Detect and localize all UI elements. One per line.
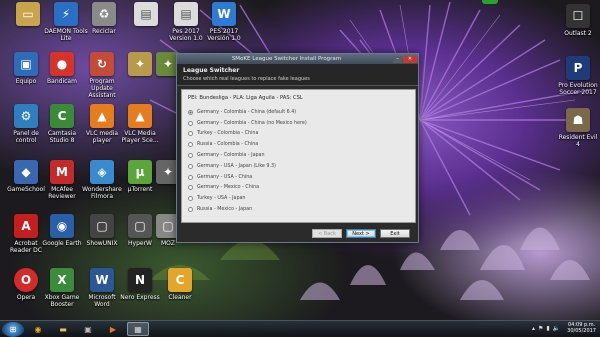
desktop-icon-bandicam[interactable]: ● Bandicam <box>40 52 84 85</box>
control-panel-icon: ⚙ <box>14 104 38 128</box>
desktop-icon-xbox-booster[interactable]: X Xbox Game Booster <box>40 268 84 308</box>
clock[interactable]: 04:09 p.m. 30/05/2017 <box>567 322 596 334</box>
windows-logo-icon: ⊞ <box>9 324 17 334</box>
desktop-icon-pes-doc[interactable]: W PES 2017 Versión 1.0 <box>202 2 246 42</box>
volume-icon[interactable]: 🔈 <box>553 325 560 332</box>
radio-button[interactable] <box>188 109 193 115</box>
clock-date: 30/05/2017 <box>567 328 596 334</box>
radio-button[interactable] <box>188 131 193 137</box>
outlast-icon: ☐ <box>566 4 590 28</box>
league-option-5[interactable]: Germany - USA - Japan (Like 9.3) <box>188 161 409 172</box>
installer-icon: ▦ <box>134 324 142 334</box>
filmora-icon: ◈ <box>90 160 114 184</box>
recycle-bin-icon: ♻ <box>92 2 116 26</box>
desktop-icon-mcafee[interactable]: M McAfee Reviewer <box>40 160 84 200</box>
back-button[interactable]: < Back <box>312 229 342 238</box>
dialog-title: SMoKE League Switcher Install Program <box>231 56 342 62</box>
desktop-icon-vlc-scene[interactable]: ▲ VLC Media Player Sce... <box>118 104 162 144</box>
bandicam-icon: ● <box>50 52 74 76</box>
league-option-8[interactable]: Turkey - USA - Japan <box>188 193 409 204</box>
desktop-icon-outlast[interactable]: ☐ Outlast 2 <box>556 4 600 37</box>
close-button[interactable]: ✕ <box>403 55 417 63</box>
mcafee-icon: M <box>50 160 74 184</box>
desktop-icon-file[interactable]: ▤ <box>124 2 168 28</box>
app-icon: ▢ <box>90 214 114 238</box>
dialog-header: League Switcher Choose which real league… <box>177 64 418 86</box>
opera-icon: O <box>14 268 38 292</box>
camtasia-icon: C <box>50 104 74 128</box>
minimize-button[interactable]: – <box>393 55 402 63</box>
file-icon: ▤ <box>174 2 198 26</box>
radio-button[interactable] <box>188 142 193 148</box>
taskbar-app[interactable]: ▣ <box>77 322 99 336</box>
doc-icon: W <box>212 2 236 26</box>
league-option-6[interactable]: Germany - USA - China <box>188 172 409 183</box>
dialog-body: PEI: Bundesliga - PLA: Liga Aguila - PAS… <box>181 89 416 223</box>
taskbar-media[interactable]: ▶ <box>102 322 124 336</box>
update-icon: ↻ <box>90 52 114 76</box>
header-subtitle: Choose which real leagues to replace fak… <box>183 76 310 82</box>
desktop-icon-pes-2017[interactable]: P Pro Evolution Soccer 2017 <box>556 56 600 96</box>
file-icon: ▤ <box>134 2 158 26</box>
network-icon[interactable]: ▮ <box>546 325 549 332</box>
app-icon: ▣ <box>84 324 92 334</box>
media-icon: ▶ <box>109 324 117 334</box>
dialog-titlebar[interactable]: SMoKE League Switcher Install Program – … <box>177 54 418 64</box>
league-options: Germany - Colombia - China (default 6.4)… <box>188 107 409 215</box>
league-option-7[interactable]: Germany - Mexico - China <box>188 183 409 194</box>
re4-icon: ☗ <box>566 108 590 132</box>
nero-icon: N <box>128 268 152 292</box>
acrobat-icon: A <box>14 214 38 238</box>
flag-icon[interactable]: ⚑ <box>538 325 543 332</box>
dialog-footer: < Back Next > Exit <box>177 225 418 242</box>
radio-button[interactable] <box>188 153 193 159</box>
word-icon: W <box>90 268 114 292</box>
radio-button[interactable] <box>188 174 193 180</box>
start-button[interactable]: ⊞ <box>2 321 24 337</box>
next-button[interactable]: Next > <box>346 229 376 238</box>
computer-icon: ▣ <box>14 52 38 76</box>
radio-button[interactable] <box>188 185 193 191</box>
league-option-1[interactable]: Germany - Colombia - China (no Mexico he… <box>188 118 409 129</box>
xbox-icon: X <box>50 268 74 292</box>
taskbar: ⊞ ◉ ▬ ▣ ▶ ▦ ▴ ⚑ ▮ 🔈 04:09 p.m. 30/05/201… <box>0 320 600 337</box>
desktop-icon-recycle-bin[interactable]: ♻ Reciclar <box>82 2 126 35</box>
desktop-icon-nero[interactable]: N Nero Express <box>118 268 162 301</box>
desktop-icon-camtasia[interactable]: C Camtasia Studio 8 <box>40 104 84 144</box>
taskbar-chrome[interactable]: ◉ <box>27 322 49 336</box>
league-switcher-dialog: SMoKE League Switcher Install Program – … <box>176 53 419 243</box>
earth-icon: ◉ <box>50 214 74 238</box>
desktop-icon-cleaner[interactable]: C Cleaner <box>158 268 202 301</box>
desktop-icon-google-earth[interactable]: ◉ Google Earth <box>40 214 84 247</box>
taskbar-installer[interactable]: ▦ <box>127 322 149 336</box>
header-title: League Switcher <box>183 67 240 74</box>
chrome-icon: ◉ <box>34 324 42 334</box>
folder-icon: ▬ <box>59 324 67 334</box>
league-option-4[interactable]: Germany - Colombia - Japan <box>188 150 409 161</box>
vlc-icon: ▲ <box>90 104 114 128</box>
cleaner-icon: C <box>168 268 192 292</box>
exit-button[interactable]: Exit <box>380 229 410 238</box>
league-option-3[interactable]: Russia - Colombia - China <box>188 139 409 150</box>
radio-button[interactable] <box>188 163 193 169</box>
pes-icon: P <box>566 56 590 80</box>
vlc-icon: ▲ <box>128 104 152 128</box>
radio-button[interactable] <box>188 120 193 126</box>
desktop-icon-resident-evil-4[interactable]: ☗ Resident Evil 4 <box>556 108 600 148</box>
taskbar-explorer[interactable]: ▬ <box>52 322 74 336</box>
folder-icon: ▭ <box>16 2 40 26</box>
game-icon: ◆ <box>14 160 38 184</box>
system-tray: ▴ ⚑ ▮ 🔈 04:09 p.m. 30/05/2017 <box>532 322 596 334</box>
radio-button[interactable] <box>188 207 193 213</box>
leagues-line: PEI: Bundesliga - PLA: Liga Aguila - PAS… <box>188 95 303 101</box>
window-resize-handle <box>482 0 498 4</box>
league-option-0[interactable]: Germany - Colombia - China (default 6.4) <box>188 107 409 118</box>
daemon-tools-icon: ⚡ <box>54 2 78 26</box>
radio-button[interactable] <box>188 196 193 202</box>
show-hidden-icons-icon[interactable]: ▴ <box>532 325 535 332</box>
league-option-9[interactable]: Russia - Mexico - Japan <box>188 204 409 215</box>
league-option-2[interactable]: Turkey - Colombia - China <box>188 129 409 140</box>
